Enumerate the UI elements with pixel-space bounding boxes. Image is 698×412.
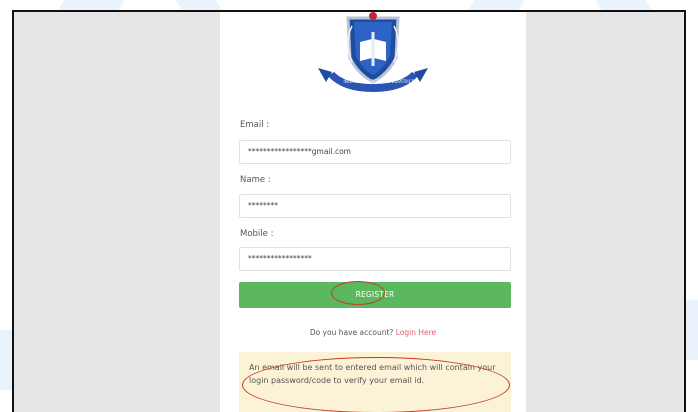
mobile-field[interactable]: *****************	[239, 247, 511, 271]
mobile-label: Mobile :	[240, 229, 274, 239]
annotation-circle-note	[242, 357, 510, 412]
annotation-circle-register	[331, 281, 385, 305]
account-prompt-text: Do you have account?	[309, 328, 394, 337]
login-here-link[interactable]: Login Here	[396, 328, 436, 337]
name-label: Name :	[240, 175, 271, 185]
registration-card: INDIAN COLLEGE OF PEDIATRICS Email : ***…	[220, 12, 526, 412]
account-prompt: Do you have account? Login Here	[220, 328, 526, 337]
name-field[interactable]: ********	[239, 194, 511, 218]
email-field[interactable]: *****************gmail.com	[239, 140, 511, 164]
logo-ribbon-text: INDIAN COLLEGE OF PEDIATRICS	[343, 79, 415, 84]
watermark-shape	[684, 300, 698, 360]
email-label: Email :	[240, 120, 270, 130]
screenshot-frame: INDIAN COLLEGE OF PEDIATRICS Email : ***…	[12, 10, 686, 412]
